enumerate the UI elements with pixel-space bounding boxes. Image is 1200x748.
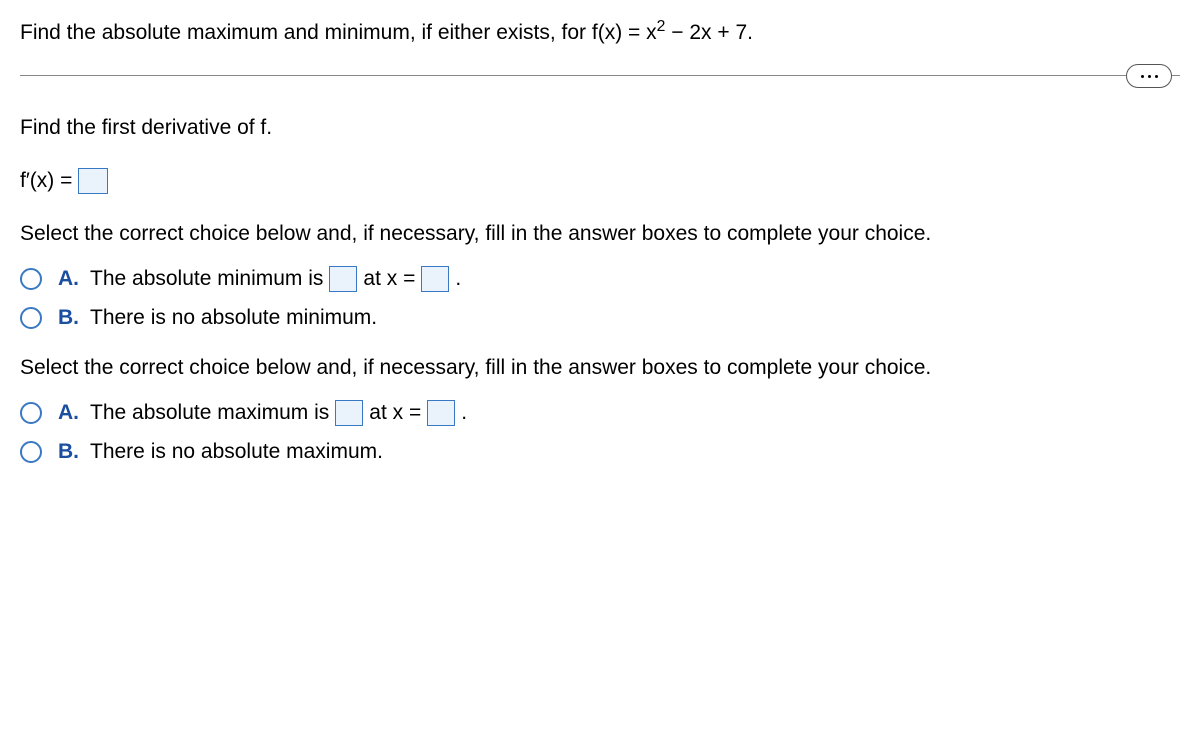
max-b-text: There is no absolute maximum. [90, 440, 383, 464]
min-x-input[interactable] [421, 266, 449, 292]
ellipsis-icon [1155, 75, 1158, 78]
question-suffix: − 2x + 7. [665, 21, 753, 44]
radio-min-a[interactable] [20, 268, 42, 290]
choice-label-b: B. [58, 306, 80, 330]
min-a-part1: The absolute minimum is [90, 267, 323, 291]
choice-label-b: B. [58, 440, 80, 464]
max-x-input[interactable] [427, 400, 455, 426]
min-value-input[interactable] [329, 266, 357, 292]
choice-max-a-text: The absolute maximum is at x = . [90, 400, 467, 426]
choice-min-a-text: The absolute minimum is at x = . [90, 266, 461, 292]
question-prefix: Find the absolute maximum and minimum, i… [20, 21, 657, 44]
maximum-choice-group: A. The absolute maximum is at x = . B. T… [20, 400, 1180, 464]
choice-label-a: A. [58, 267, 80, 291]
derivative-label: f′(x) = [20, 169, 72, 193]
question-text: Find the absolute maximum and minimum, i… [20, 18, 1180, 47]
ellipsis-icon [1148, 75, 1151, 78]
choice-max-a: A. The absolute maximum is at x = . [20, 400, 1180, 426]
select-instruction-min: Select the correct choice below and, if … [20, 222, 1180, 246]
minimum-choice-group: A. The absolute minimum is at x = . B. T… [20, 266, 1180, 330]
max-a-part3: . [461, 401, 467, 425]
radio-max-a[interactable] [20, 402, 42, 424]
ellipsis-icon [1141, 75, 1144, 78]
max-value-input[interactable] [335, 400, 363, 426]
derivative-row: f′(x) = [20, 168, 1180, 194]
choice-min-a: A. The absolute minimum is at x = . [20, 266, 1180, 292]
choice-min-b: B. There is no absolute minimum. [20, 306, 1180, 330]
derivative-input[interactable] [78, 168, 108, 194]
derivative-instruction: Find the first derivative of f. [20, 116, 1180, 140]
min-a-part3: . [455, 267, 461, 291]
divider-line [20, 75, 1180, 76]
more-options-button[interactable] [1126, 64, 1172, 88]
choice-label-a: A. [58, 401, 80, 425]
divider-row [20, 75, 1180, 76]
max-a-part1: The absolute maximum is [90, 401, 329, 425]
min-b-text: There is no absolute minimum. [90, 306, 377, 330]
max-a-part2: at x = [369, 401, 421, 425]
min-a-part2: at x = [363, 267, 415, 291]
radio-min-b[interactable] [20, 307, 42, 329]
choice-max-b: B. There is no absolute maximum. [20, 440, 1180, 464]
radio-max-b[interactable] [20, 441, 42, 463]
select-instruction-max: Select the correct choice below and, if … [20, 356, 1180, 380]
